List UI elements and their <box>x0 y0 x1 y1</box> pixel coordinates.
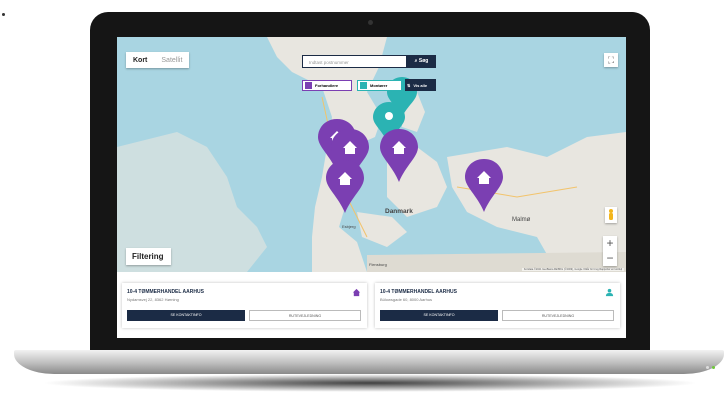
card-address: Bülowsgade 60, 8000 Aarhus <box>380 297 433 302</box>
filter-montorer-label: Montører <box>370 83 388 88</box>
filtering-button[interactable]: Filtering <box>126 248 171 265</box>
card-title: 10-4 TØMMERHANDEL AARHUS <box>380 289 457 295</box>
map-label-city3: Flensburg <box>369 262 387 267</box>
zoom-out-button[interactable]: − <box>603 251 617 266</box>
person-icon <box>605 288 614 297</box>
map-label-country: Danmark <box>385 208 413 215</box>
search-icon: ⌕ <box>414 58 418 64</box>
contact-info-button[interactable]: SE KONTAKTINFO <box>127 310 245 321</box>
card-title: 10-4 TØMMERHANDEL AARHUS <box>127 289 204 295</box>
dealer-card: 10-4 TØMMERHANDEL AARHUS Nydamsvej 22, 8… <box>122 283 367 328</box>
contact-info-button[interactable]: SE KONTAKTINFO <box>380 310 498 321</box>
sliders-icon: ⇅ <box>407 82 411 88</box>
directions-button[interactable]: RUTEVEJLEDNING <box>502 310 614 321</box>
directions-button[interactable]: RUTEVEJLEDNING <box>249 310 361 321</box>
status-leds <box>706 366 720 370</box>
map-label-city: Malmø <box>512 217 531 223</box>
show-all-label: Vis alle <box>413 82 428 88</box>
map-tab[interactable]: Kort <box>126 57 154 64</box>
zoom-in-button[interactable]: + <box>603 236 617 251</box>
laptop-shadow <box>40 374 700 392</box>
postcode-search-input[interactable]: Indtast postnummer <box>302 55 407 68</box>
filter-montorer[interactable]: Montører <box>357 80 402 91</box>
installer-card: 10-4 TØMMERHANDEL AARHUS Bülowsgade 60, … <box>375 283 620 328</box>
house-icon <box>352 288 361 297</box>
map-type-toggle: Kort Satellit <box>126 52 190 68</box>
zoom-controls: + − <box>603 236 617 266</box>
decor-dot <box>2 13 5 16</box>
laptop-base <box>14 350 724 374</box>
filter-forhandlere[interactable]: Forhandlere <box>302 80 352 91</box>
checkbox-icon <box>305 82 312 89</box>
fullscreen-button[interactable]: ⛶ <box>604 53 618 67</box>
camera-icon <box>368 20 373 25</box>
show-all-button[interactable]: ⇅ Vis alle <box>405 79 436 91</box>
search-button[interactable]: ⌕ Søg <box>407 55 436 68</box>
pegman-icon <box>609 209 613 220</box>
search-button-label: Søg <box>418 58 429 64</box>
filter-forhandlere-label: Forhandlere <box>315 83 339 88</box>
street-view-button[interactable] <box>605 207 617 223</box>
fullscreen-icon: ⛶ <box>607 55 615 65</box>
map-canvas <box>117 37 626 272</box>
satellite-tab[interactable]: Satellit <box>154 57 189 64</box>
laptop-screen: Kort Satellit Indtast postnummer ⌕ Søg F… <box>117 37 626 338</box>
map-attribution: Kortdata ©2021 GeoBasis-DE/BKG (©2009), … <box>521 268 624 271</box>
map-view[interactable]: Kort Satellit Indtast postnummer ⌕ Søg F… <box>117 37 626 272</box>
map-label-city2: Esbjerg <box>342 224 356 229</box>
checkbox-icon <box>360 82 367 89</box>
card-address: Nydamsvej 22, 8362 Hørning <box>127 297 179 302</box>
